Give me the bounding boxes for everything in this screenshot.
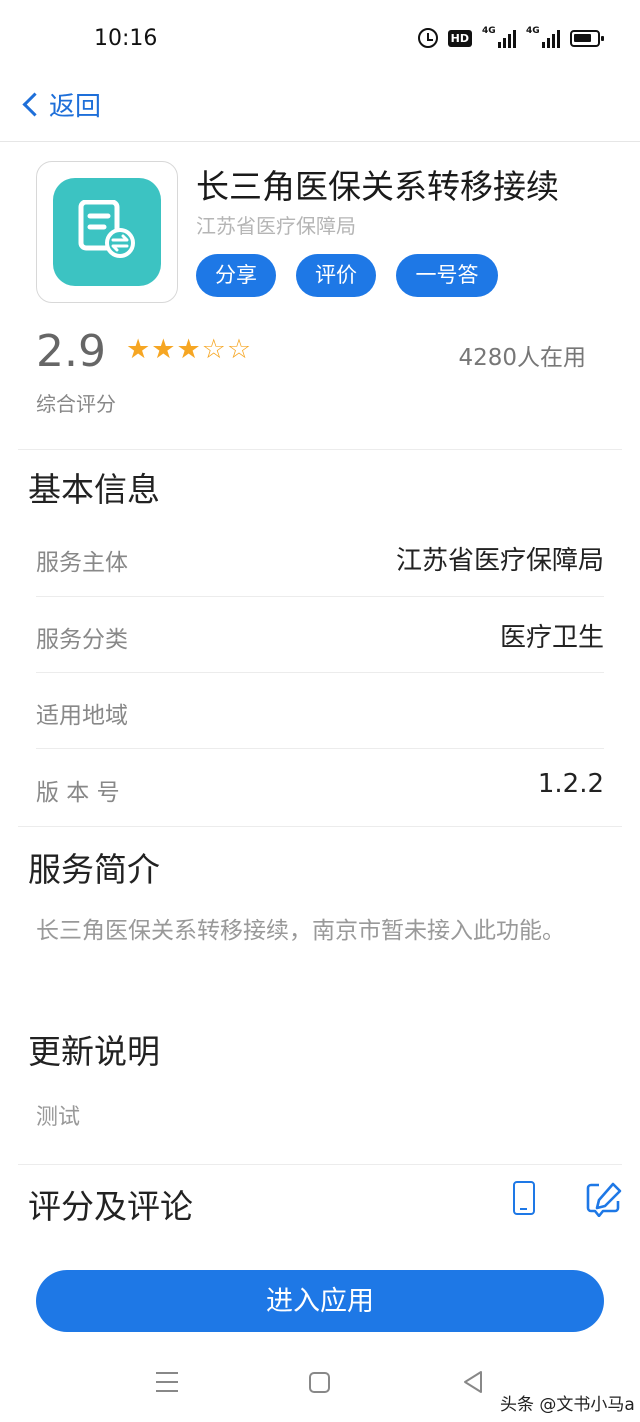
info-label: 服务分类 [36, 627, 128, 653]
chevron-left-icon [22, 92, 47, 117]
info-value: 医疗卫生 [499, 623, 604, 653]
row-divider [36, 748, 604, 749]
home-icon[interactable] [309, 1372, 330, 1393]
nav-bar: 返回 [0, 80, 640, 142]
document-transfer-icon [53, 178, 161, 286]
signal-icon: 4G [482, 26, 516, 48]
status-icons: HD 4G 4G [417, 26, 604, 48]
basic-info-title: 基本信息 [28, 470, 160, 509]
update-notes-text: 测试 [36, 1105, 81, 1130]
service-intro-title: 服务简介 [28, 850, 160, 889]
battery-icon [570, 29, 604, 47]
app-title: 长三角医保关系转移接续 [196, 167, 559, 206]
back-button[interactable]: 返回 [20, 86, 101, 123]
service-intro-text: 长三角医保关系转移接续，南京市暂未接入此功能。 [36, 918, 565, 944]
rating-caption: 综合评分 [36, 392, 116, 416]
star-empty-icon: ☆ [201, 334, 226, 365]
edit-icon[interactable] [585, 1181, 623, 1221]
divider [18, 826, 622, 827]
update-notes-title: 更新说明 [28, 1032, 160, 1071]
one-answer-button[interactable]: 一号答 [396, 254, 498, 297]
info-value: 1.2.2 [537, 769, 604, 799]
info-label: 版 本 号 [36, 780, 120, 806]
row-divider [36, 672, 604, 673]
app-icon [36, 161, 178, 303]
status-time: 10:16 [94, 26, 158, 51]
divider [18, 1164, 622, 1165]
rating-stars: ★ ★ ★ ☆ ☆ [126, 336, 251, 363]
row-divider [36, 596, 604, 597]
info-label: 适用地域 [36, 703, 128, 729]
phone-icon[interactable] [513, 1181, 535, 1215]
app-organization: 江苏省医疗保障局 [196, 214, 356, 238]
star-empty-icon: ☆ [226, 334, 252, 365]
info-label: 服务主体 [36, 550, 128, 576]
back-triangle-icon[interactable] [462, 1370, 484, 1398]
divider [18, 449, 622, 450]
hd-icon: HD [447, 29, 472, 47]
enter-app-button[interactable]: 进入应用 [36, 1270, 604, 1332]
signal-icon: 4G [526, 26, 560, 48]
status-bar: 10:16 HD 4G 4G [0, 0, 640, 80]
star-filled-icon: ★ [151, 334, 176, 365]
signal-label: 4G [482, 26, 496, 36]
menu-icon[interactable] [156, 1372, 178, 1392]
share-button[interactable]: 分享 [196, 254, 276, 297]
rating-value: 2.9 [36, 326, 106, 377]
reviews-title: 评分及评论 [28, 1187, 193, 1226]
rate-button[interactable]: 评价 [296, 254, 376, 297]
star-filled-icon: ★ [126, 334, 151, 365]
back-label: 返回 [49, 92, 102, 122]
watermark: 头条 @文书小马a [500, 1395, 635, 1415]
signal-label: 4G [526, 26, 540, 36]
alarm-icon [417, 28, 438, 48]
star-filled-icon: ★ [176, 334, 201, 365]
info-value: 江苏省医疗保障局 [395, 546, 604, 576]
users-count: 4280人在用 [458, 345, 586, 371]
